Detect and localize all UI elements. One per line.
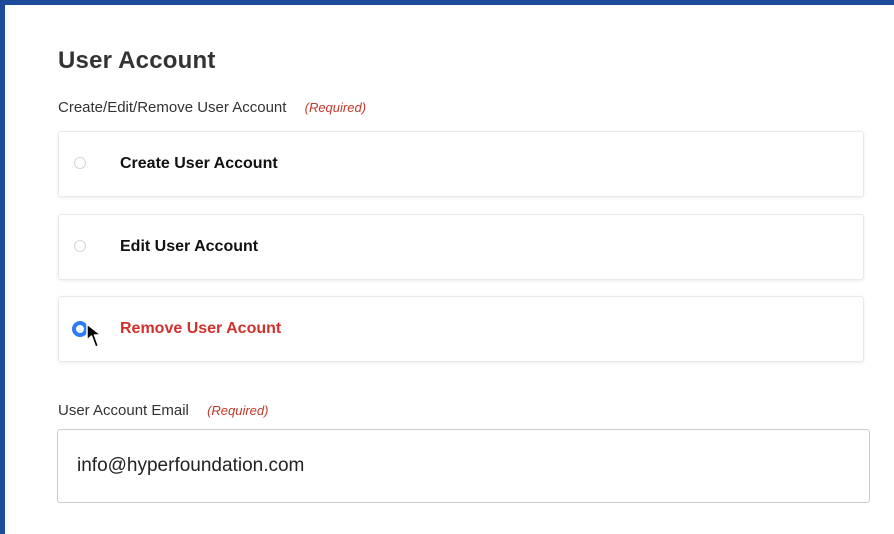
mouse-pointer-arrow-icon <box>86 323 102 348</box>
radio-option-edit-user-account[interactable]: Edit User Account <box>58 214 864 280</box>
radio-label-edit-user-account[interactable]: Edit User Account <box>120 238 258 256</box>
radio-button-edit-user-account[interactable] <box>74 240 86 252</box>
user-account-email-input[interactable] <box>57 429 870 503</box>
form-panel: User Account Create/Edit/Remove User Acc… <box>0 0 894 534</box>
radio-option-create-user-account[interactable]: Create User Account <box>58 131 864 197</box>
radio-option-remove-user-account[interactable]: Remove User Acount <box>58 296 864 362</box>
email-field-label: User Account Email (Required) <box>58 402 268 419</box>
action-field-required-note: (Required) <box>304 100 367 115</box>
radio-label-create-user-account[interactable]: Create User Account <box>120 155 278 173</box>
action-field-label: Create/Edit/Remove User Account (Require… <box>58 99 366 116</box>
email-field-label-text: User Account Email <box>58 402 189 419</box>
radio-label-remove-user-account[interactable]: Remove User Acount <box>120 320 281 338</box>
section-title: User Account <box>58 47 216 74</box>
radio-button-create-user-account[interactable] <box>74 157 86 169</box>
action-field-label-text: Create/Edit/Remove User Account <box>58 99 287 116</box>
email-field-required-note: (Required) <box>207 403 269 418</box>
